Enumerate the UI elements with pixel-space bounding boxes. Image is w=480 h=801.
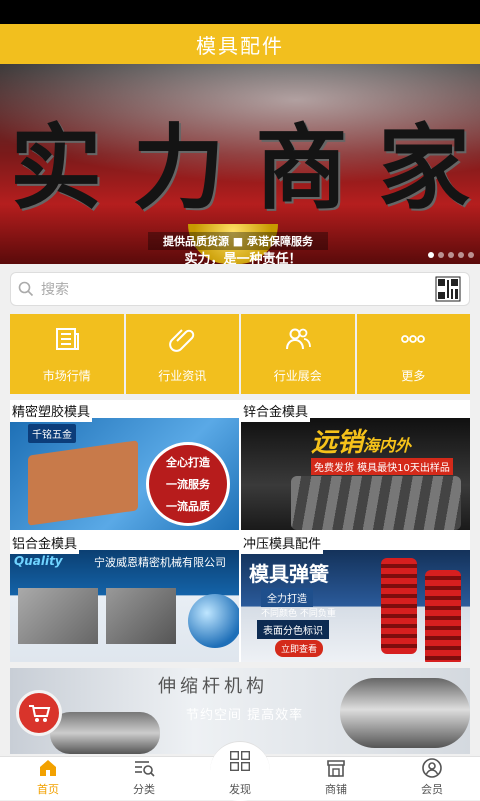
art-sub2: 不同颜色 不同负重 (261, 609, 336, 619)
promo-main: 远销 (311, 428, 364, 458)
category-label: 冲压模具配件 (241, 532, 324, 554)
mold-graphic (291, 476, 461, 530)
banner-headline-char: 商 (255, 114, 348, 222)
category-aluminum-mold[interactable]: 铝合金模具 Quality 宁波威恩精密机械有限公司 (10, 532, 239, 662)
promo-text: 远销海内外 (311, 422, 411, 459)
quick-link-label: 行业展会 (273, 368, 322, 383)
badge-line: 一流服务 (166, 478, 210, 491)
tab-discover[interactable]: 发现 (192, 741, 288, 801)
company-name: 宁波威恩精密机械有限公司 (94, 556, 226, 569)
banner-slogan: 实力，是一种责任！ (184, 252, 302, 264)
category-stamping-parts[interactable]: 冲压模具配件 模具弹簧 全力打造 不同颜色 不同负重 表面分色标识 立即查看 (241, 532, 470, 662)
quick-link-label: 市场行情 (42, 368, 91, 383)
category-grid: 精密塑胶模具 千铭五金 全心打造 一流服务 一流品质 锌合金模具 远销海内外 免… (10, 400, 470, 662)
mold-block-graphic (18, 588, 98, 644)
tab-label: 分类 (133, 783, 155, 796)
carousel-indicator[interactable] (428, 252, 474, 258)
carousel-dot[interactable] (438, 252, 444, 258)
rod-graphic (340, 678, 470, 748)
promo-small: 海内外 (363, 436, 412, 455)
mold-block-graphic (106, 588, 176, 644)
cart-button[interactable] (16, 690, 62, 736)
category-search-icon (135, 761, 155, 777)
quality-logo: Quality (14, 554, 63, 568)
page-title: 模具配件 (0, 24, 480, 64)
search-icon (11, 272, 41, 306)
category-image: 远销海内外 免费发货 模具最快10天出样品 (241, 418, 470, 530)
user-icon (422, 758, 442, 778)
quick-links: 市场行情 行业资讯 行业展会 更多 (10, 314, 470, 394)
carousel-dot[interactable] (428, 252, 434, 258)
bottom-tabbar: 首页 分类 发现 商铺 会员 (0, 741, 480, 801)
paperclip-icon (169, 328, 195, 352)
banner-headline-char: 实 (10, 114, 103, 222)
category-label: 锌合金模具 (241, 400, 311, 422)
category-zinc-mold[interactable]: 锌合金模具 远销海内外 免费发货 模具最快10天出样品 (241, 400, 470, 530)
spring-graphic (425, 570, 461, 662)
service-badge: 全心打造 一流服务 一流品质 (146, 442, 230, 526)
carousel-dot[interactable] (468, 252, 474, 258)
quick-link-expo[interactable]: 行业展会 (241, 314, 355, 394)
quick-link-label: 行业资讯 (158, 368, 207, 383)
banner-headline-char: 力 (132, 114, 225, 222)
metal-part-graphic (28, 440, 138, 526)
hero-banner[interactable]: 实 力 商 家 提供品质货源 ■ 承诺保障服务 实力，是一种责任！ (0, 64, 480, 264)
search-bar[interactable]: 搜索 (10, 272, 470, 306)
quick-link-market[interactable]: 市场行情 (10, 314, 124, 394)
art-sub: 全力打造 (261, 588, 313, 607)
tab-label: 商铺 (325, 783, 347, 796)
badge-line: 全心打造 (166, 456, 210, 469)
carousel-dot[interactable] (448, 252, 454, 258)
tab-shop[interactable]: 商铺 (288, 757, 384, 800)
quick-link-more[interactable]: 更多 (356, 314, 470, 394)
spring-graphic (381, 558, 417, 654)
carousel-dot[interactable] (458, 252, 464, 258)
quick-link-news[interactable]: 行业资讯 (125, 314, 239, 394)
grid-icon (230, 751, 250, 771)
category-label: 精密塑胶模具 (10, 400, 93, 422)
promo-title: 伸缩杆机构 (158, 676, 268, 697)
tab-label: 首页 (37, 783, 59, 796)
qr-scan-icon[interactable] (435, 276, 461, 302)
badge-line: 一流品质 (166, 500, 210, 513)
tab-member[interactable]: 会员 (384, 757, 480, 800)
tab-home[interactable]: 首页 (0, 757, 96, 800)
search-input[interactable]: 搜索 (41, 279, 435, 299)
category-label: 铝合金模具 (10, 532, 80, 554)
shop-icon (327, 760, 345, 777)
tab-label: 发现 (229, 783, 251, 796)
more-dots-icon (401, 334, 426, 343)
status-bar (0, 0, 480, 24)
banner-headline: 实 力 商 家 (10, 94, 470, 227)
category-image: Quality 宁波威恩精密机械有限公司 (10, 550, 239, 662)
cart-icon (29, 705, 51, 722)
banner-headline-char: 家 (377, 114, 470, 222)
home-icon (40, 760, 56, 776)
brand-tag: 千铭五金 (28, 424, 76, 443)
promo-subtitle: 节约空间 提高效率 (186, 708, 304, 723)
quick-link-label: 更多 (401, 368, 426, 383)
newspaper-icon (55, 327, 79, 350)
art-sub3: 表面分色标识 (257, 620, 329, 639)
view-now-button[interactable]: 立即查看 (275, 640, 324, 657)
globe-graphic (188, 594, 239, 648)
tab-category[interactable]: 分类 (96, 757, 192, 800)
category-image: 千铭五金 全心打造 一流服务 一流品质 (10, 418, 239, 530)
promo-note: 免费发货 模具最快10天出样品 (311, 458, 453, 475)
art-title: 模具弹簧 (249, 562, 329, 586)
people-icon (285, 328, 311, 349)
category-plastic-mold[interactable]: 精密塑胶模具 千铭五金 全心打造 一流服务 一流品质 (10, 400, 239, 530)
tab-label: 会员 (421, 783, 443, 796)
category-image: 模具弹簧 全力打造 不同颜色 不同负重 表面分色标识 立即查看 (241, 550, 470, 662)
rod-graphic (50, 712, 160, 754)
